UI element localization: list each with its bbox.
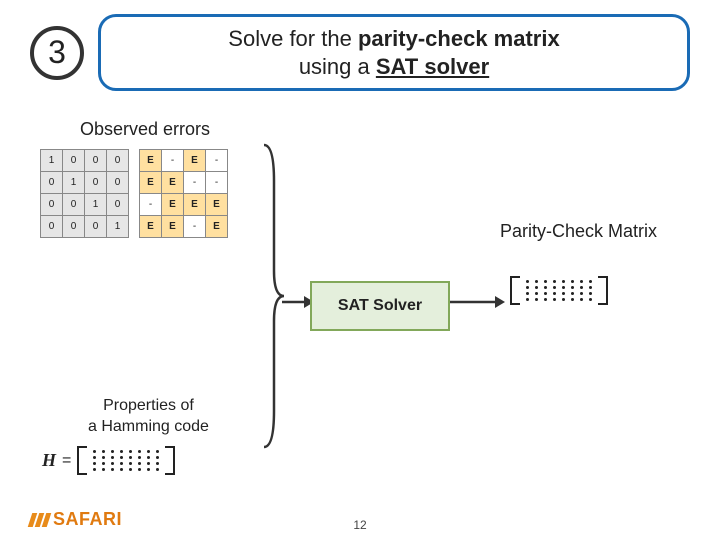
identity-table: 1000010000100001 [40, 149, 129, 238]
sat-solver-label: SAT Solver [338, 297, 422, 315]
identity-cell: 0 [107, 150, 129, 172]
error-cell: - [140, 194, 162, 216]
identity-cell: 0 [85, 172, 107, 194]
identity-cell: 0 [85, 216, 107, 238]
error-cell: E [162, 172, 184, 194]
step-number: 3 [48, 34, 66, 71]
observed-tables: 1000010000100001 E-E-EE---EEEEE-E [40, 149, 228, 238]
error-cell: - [184, 172, 206, 194]
error-cell: E [140, 150, 162, 172]
parity-check-matrix-label: Parity-Check Matrix [500, 221, 657, 242]
identity-cell: 1 [63, 172, 85, 194]
error-cell: - [206, 172, 228, 194]
identity-cell: 0 [63, 194, 85, 216]
arrow-sat-to-matrix [450, 291, 505, 313]
error-cell: E [140, 172, 162, 194]
error-cell: E [206, 216, 228, 238]
h-matrix-brackets [77, 446, 175, 475]
output-matrix [510, 276, 608, 305]
identity-cell: 0 [41, 172, 63, 194]
identity-cell: 0 [41, 194, 63, 216]
h-matrix-equation: H = [42, 446, 175, 475]
error-cell: E [184, 194, 206, 216]
identity-cell: 0 [63, 216, 85, 238]
error-cell: - [184, 216, 206, 238]
error-cell: E [162, 216, 184, 238]
error-cell: - [162, 150, 184, 172]
error-table: E-E-EE---EEEEE-E [139, 149, 228, 238]
title-box: Solve for the parity-check matrix using … [98, 14, 690, 91]
sat-solver-box: SAT Solver [310, 281, 450, 331]
properties-label: Properties of a Hamming code [88, 396, 209, 438]
identity-cell: 1 [41, 150, 63, 172]
error-cell: E [206, 194, 228, 216]
error-cell: E [140, 216, 162, 238]
error-cell: E [162, 194, 184, 216]
error-cell: E [184, 150, 206, 172]
identity-cell: 0 [107, 172, 129, 194]
step-badge: 3 [30, 26, 84, 80]
page-number: 12 [353, 518, 366, 532]
observed-errors-label: Observed errors [80, 119, 210, 140]
error-cell: - [206, 150, 228, 172]
identity-cell: 0 [41, 216, 63, 238]
identity-cell: 0 [85, 150, 107, 172]
identity-cell: 1 [107, 216, 129, 238]
h-symbol: H [42, 450, 56, 471]
identity-cell: 1 [85, 194, 107, 216]
identity-cell: 0 [107, 194, 129, 216]
title-text: Solve for the parity-check matrix using … [228, 26, 559, 79]
identity-cell: 0 [63, 150, 85, 172]
equals-sign: = [62, 452, 71, 470]
